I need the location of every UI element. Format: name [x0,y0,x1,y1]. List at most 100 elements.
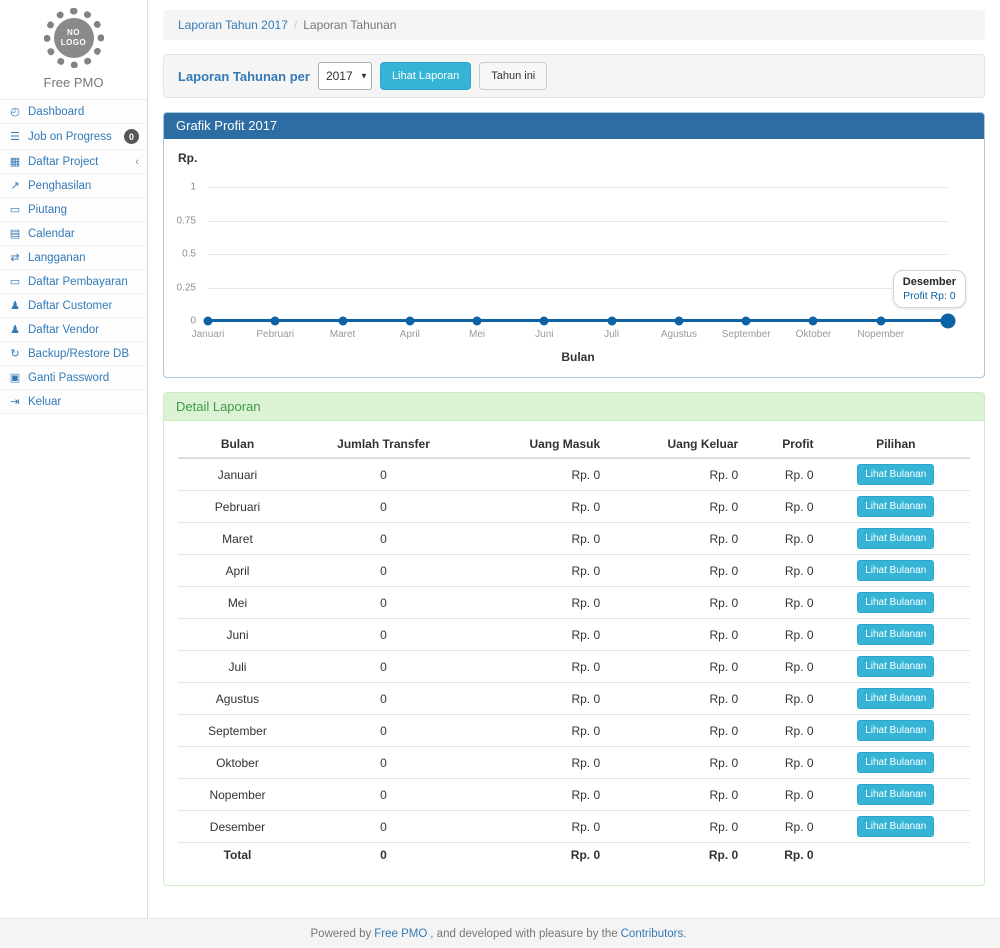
data-point-desember[interactable] [941,314,956,329]
data-point-juli[interactable] [607,317,616,326]
cell-pilihan: Lihat Bulanan [822,747,970,779]
sidebar-item-daftar-customer[interactable]: ♟Daftar Customer [0,294,147,318]
cell-jumlah-transfer: 0 [297,779,470,811]
lihat-bulanan-button-juni[interactable]: Lihat Bulanan [857,624,934,645]
x-tick-label: April [400,329,420,340]
cell-uang-keluar: Rp. 0 [608,523,746,555]
cell-uang-keluar: Rp. 0 [608,811,746,843]
sidebar-item-backup-restore-db[interactable]: ↻Backup/Restore DB [0,342,147,366]
lihat-bulanan-button-september[interactable]: Lihat Bulanan [857,720,934,741]
sidebar-item-label: Dashboard [28,106,139,118]
cell-uang-masuk: Rp. 0 [470,747,608,779]
breadcrumb: Laporan Tahun 2017/Laporan Tahunan [163,10,985,40]
detail-laporan-body: BulanJumlah TransferUang MasukUang Kelua… [164,421,984,885]
sidebar-item-dashboard[interactable]: ◴ Dashboard [0,100,147,124]
data-point-oktober[interactable] [809,317,818,326]
year-select[interactable]: 2017 [318,62,372,90]
sidebar-item-ganti-password[interactable]: ▣Ganti Password [0,366,147,390]
sidebar-item-calendar[interactable]: ▤Calendar [0,222,147,246]
cell-bulan: Januari [178,458,297,491]
data-point-september[interactable] [742,317,751,326]
cell-profit: Rp. 0 [746,555,821,587]
sidebar-item-langganan[interactable]: ⇄Langganan [0,246,147,270]
cell-profit: Rp. 0 [746,491,821,523]
sidebar-item-daftar-vendor[interactable]: ♟Daftar Vendor [0,318,147,342]
cell-jumlah-transfer: 0 [297,587,470,619]
sidebar-item-label: Keluar [28,396,139,408]
data-point-nopember[interactable] [876,317,885,326]
footer-link-contributors[interactable]: Contributors. [621,928,687,940]
data-point-pebruari[interactable] [271,317,280,326]
data-point-juni[interactable] [540,317,549,326]
profit-chart-panel: Grafik Profit 2017 Rp. JanuariPebruariMa… [163,112,985,378]
cell-profit: Rp. 0 [746,619,821,651]
sidebar-item-keluar[interactable]: ⇥Keluar [0,390,147,414]
lihat-bulanan-button-april[interactable]: Lihat Bulanan [857,560,934,581]
tasks-icon: ☰ [8,130,22,143]
footer-link-free-pmo[interactable]: Free PMO [374,928,427,940]
sidebar-item-piutang[interactable]: ▭Piutang [0,198,147,222]
chart-plot-area [208,187,948,321]
sidebar-item-penghasilan[interactable]: ↗Penghasilan [0,174,147,198]
column-header-bulan: Bulan [178,431,297,458]
sidebar-item-label: Calendar [28,228,139,240]
cell-jumlah-transfer: 0 [297,523,470,555]
lihat-bulanan-button-desember[interactable]: Lihat Bulanan [857,816,934,837]
lihat-bulanan-button-mei[interactable]: Lihat Bulanan [857,592,934,613]
cell-bulan: September [178,715,297,747]
sidebar-item-job-on-progress[interactable]: ☰Job on Progress0 [0,124,147,150]
data-point-maret[interactable] [338,317,347,326]
profit-chart: Rp. JanuariPebruariMaretAprilMeiJuniJuli… [164,139,984,377]
cell-pilihan: Lihat Bulanan [822,458,970,491]
y-tick-label: 0.5 [164,249,196,260]
lihat-laporan-button[interactable]: Lihat Laporan [380,62,471,90]
gridline [208,288,948,289]
total-cell-empty [822,843,970,868]
cell-profit: Rp. 0 [746,715,821,747]
tooltip-value: Profit Rp: 0 [903,290,956,302]
cell-uang-masuk: Rp. 0 [470,715,608,747]
sidebar-item-label: Langganan [28,252,139,264]
lihat-bulanan-button-agustus[interactable]: Lihat Bulanan [857,688,934,709]
breadcrumb-separator: / [294,18,297,32]
tahun-ini-button[interactable]: Tahun ini [479,62,547,90]
data-point-mei[interactable] [473,317,482,326]
lihat-bulanan-button-nopember[interactable]: Lihat Bulanan [857,784,934,805]
sidebar-item-label: Penghasilan [28,180,139,192]
sidebar-item-daftar-pembayaran[interactable]: ▭Daftar Pembayaran [0,270,147,294]
table-row-oktober: Oktober0Rp. 0Rp. 0Rp. 0Lihat Bulanan [178,747,970,779]
data-point-januari[interactable] [204,317,213,326]
breadcrumb-link-laporan-tahun[interactable]: Laporan Tahun 2017 [178,18,288,32]
x-tick-label: September [722,329,771,340]
tooltip-month: Desember [903,276,956,288]
cell-pilihan: Lihat Bulanan [822,651,970,683]
table-row-total: Total0Rp. 0Rp. 0Rp. 0 [178,843,970,868]
cell-uang-masuk: Rp. 0 [470,651,608,683]
cell-uang-keluar: Rp. 0 [608,715,746,747]
x-tick-label: Mei [469,329,485,340]
data-point-april[interactable] [405,317,414,326]
dashboard-icon: ◴ [8,105,22,118]
cell-uang-keluar: Rp. 0 [608,619,746,651]
cell-profit: Rp. 0 [746,458,821,491]
footer-middle: , and developed with pleasure by the [430,928,617,940]
sidebar-item-daftar-project[interactable]: ▦Daftar Project‹ [0,150,147,174]
cell-bulan: Juni [178,619,297,651]
cell-jumlah-transfer: 0 [297,747,470,779]
count-badge: 0 [124,129,139,144]
lihat-bulanan-button-januari[interactable]: Lihat Bulanan [857,464,934,485]
chart-tooltip: Desember Profit Rp: 0 [893,270,966,308]
lihat-bulanan-button-oktober[interactable]: Lihat Bulanan [857,752,934,773]
table-row-januari: Januari0Rp. 0Rp. 0Rp. 0Lihat Bulanan [178,458,970,491]
cell-bulan: Desember [178,811,297,843]
lihat-bulanan-button-juli[interactable]: Lihat Bulanan [857,656,934,677]
profit-chart-panel-title: Grafik Profit 2017 [164,113,984,139]
y-tick-label: 0 [164,316,196,327]
lihat-bulanan-button-pebruari[interactable]: Lihat Bulanan [857,496,934,517]
report-table: BulanJumlah TransferUang MasukUang Kelua… [178,431,970,867]
cell-jumlah-transfer: 0 [297,651,470,683]
chart-x-axis-label: Bulan [208,350,948,364]
sidebar-item-label: Daftar Project [28,156,129,168]
data-point-agustus[interactable] [674,317,683,326]
lihat-bulanan-button-maret[interactable]: Lihat Bulanan [857,528,934,549]
